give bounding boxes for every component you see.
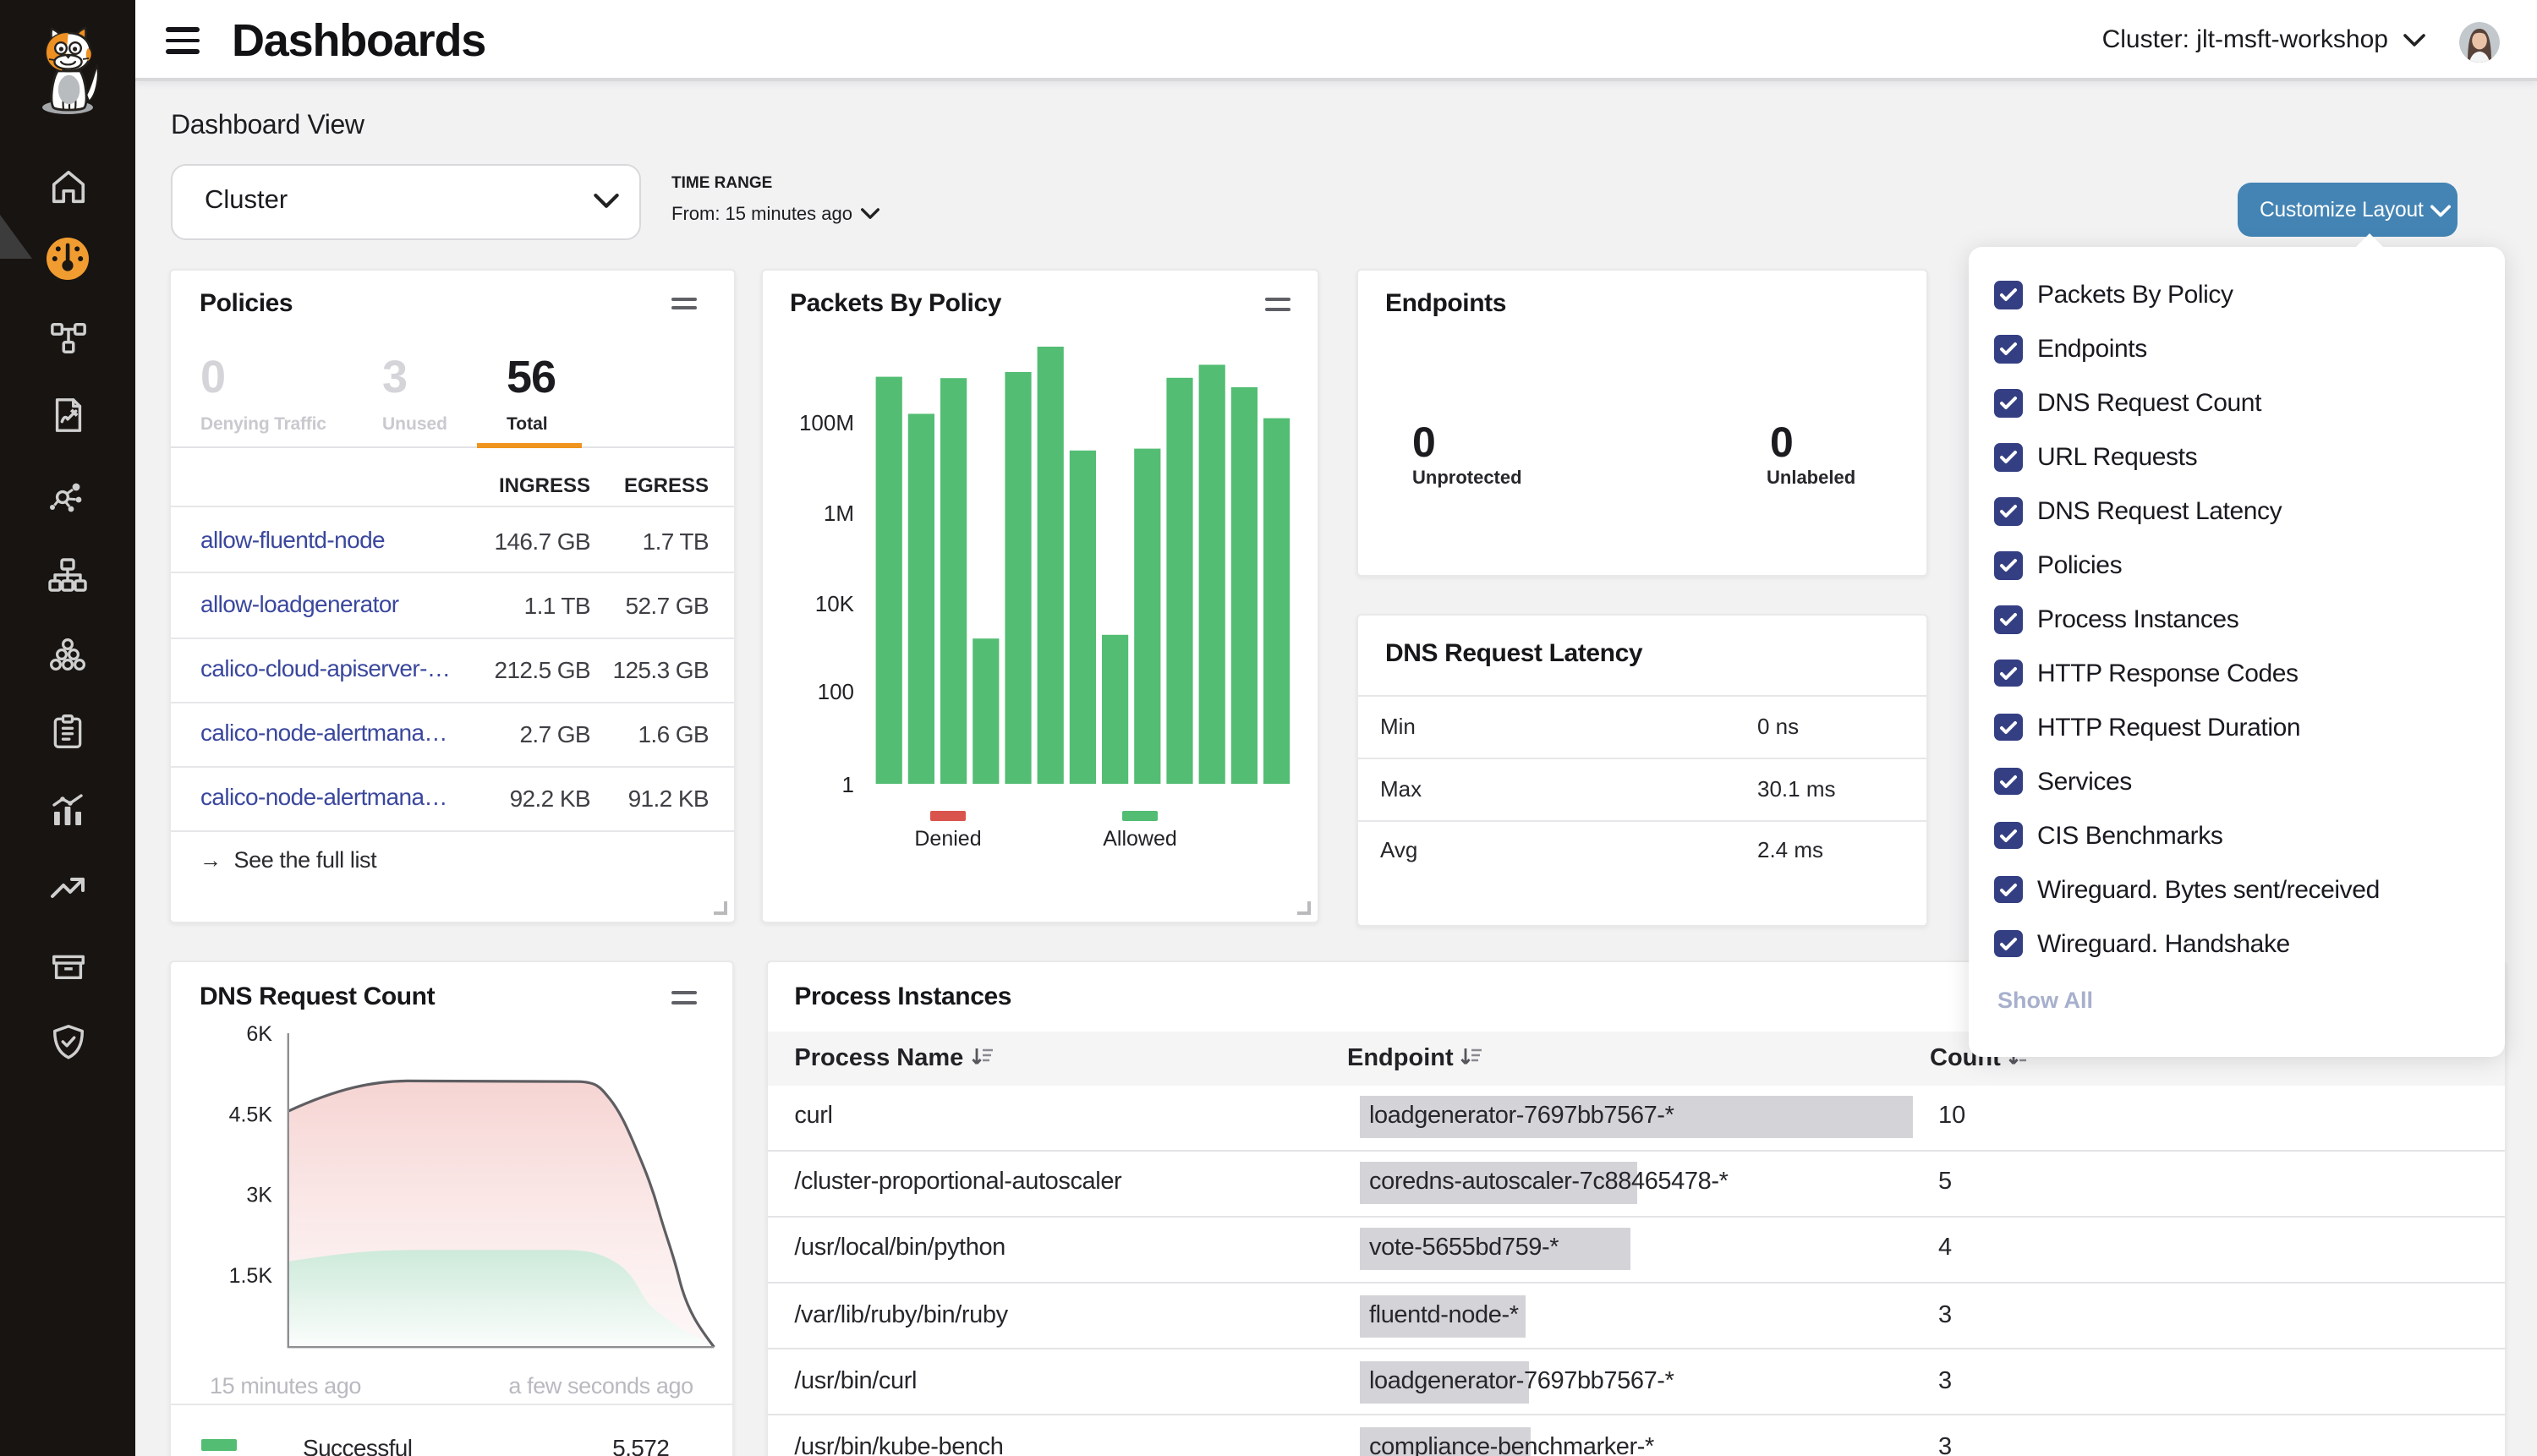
svg-text:1.5K: 1.5K — [229, 1264, 273, 1288]
svg-text:6K: 6K — [246, 1022, 272, 1046]
svg-text:3K: 3K — [246, 1184, 272, 1207]
svg-text:10K: 10K — [815, 591, 855, 616]
svg-text:100M: 100M — [799, 410, 854, 435]
svg-text:100: 100 — [818, 679, 854, 704]
svg-text:Allowed: Allowed — [1103, 827, 1177, 851]
svg-text:Denied: Denied — [914, 827, 981, 851]
svg-text:1M: 1M — [824, 501, 854, 526]
svg-text:1: 1 — [842, 772, 854, 797]
svg-text:4.5K: 4.5K — [229, 1103, 273, 1126]
